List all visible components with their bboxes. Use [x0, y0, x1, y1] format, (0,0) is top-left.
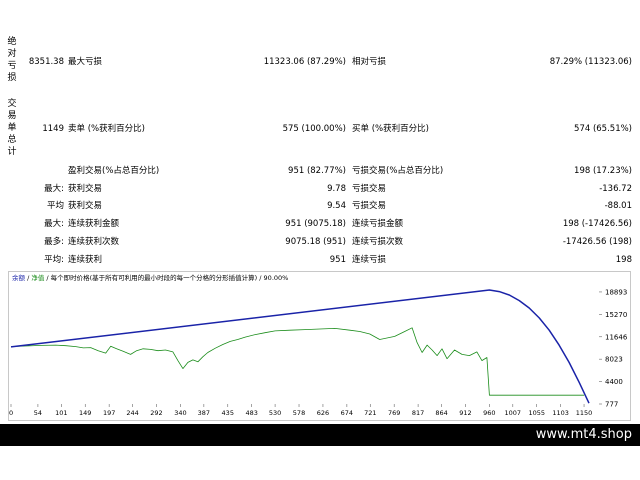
x-tick-label: 721 — [364, 409, 376, 417]
row-left-label: 连续获利金额 — [68, 219, 120, 229]
rel-drawdown-value: 87.29% (11323.06) — [549, 57, 632, 67]
x-tick-label: 769 — [388, 409, 400, 417]
row-right-label: 亏损交易 — [352, 201, 387, 211]
balance-line — [10, 289, 590, 404]
row-left-label: 连续获利 — [68, 255, 103, 265]
x-tick-label: 0 — [9, 409, 13, 417]
row-prefix: 最大: — [44, 219, 64, 229]
row-right-label: 连续亏损 — [352, 255, 387, 265]
row-right-value: -136.72 — [599, 184, 632, 194]
profit-trades-label: 盈利交易(%占总百分比) — [68, 166, 160, 176]
y-tick-label: 777 — [605, 401, 618, 409]
row-right-label: 亏损交易 — [352, 184, 387, 194]
row-right-value: 198 — [615, 255, 632, 265]
x-tick-label: 244 — [126, 409, 138, 417]
row-left-value: 9.78 — [327, 184, 346, 194]
row-prefix: 平均: — [44, 255, 64, 265]
drawdown-group-label: 绝对亏损 — [7, 37, 17, 83]
profit-trades-value: 951 (82.77%) — [288, 166, 346, 176]
row-right-label: 连续亏损次数 — [352, 237, 404, 247]
x-tick-label: 387 — [198, 409, 210, 417]
y-tick-label: 18893 — [605, 288, 627, 296]
x-tick-label: 864 — [435, 409, 447, 417]
x-tick-label: 960 — [483, 409, 495, 417]
report-summary: 绝对亏损 交易单总计 8351.38 最大亏损 11323.06 (87.29%… — [0, 0, 640, 268]
y-tick-label: 11646 — [605, 333, 628, 341]
loss-trades-label: 亏损交易(%占总百分比) — [352, 166, 444, 176]
row-left-value: 9.54 — [327, 201, 346, 211]
row-left-label: 获利交易 — [68, 201, 103, 211]
row-right-value: -17426.56 (198) — [562, 237, 632, 247]
x-tick-label: 54 — [34, 409, 42, 417]
total-trades-value: 1149 — [42, 124, 64, 134]
row-left-label: 连续获利次数 — [68, 237, 120, 247]
x-tick-label: 626 — [317, 409, 329, 417]
equity-line — [10, 327, 585, 396]
row-left-value: 951 (9075.18) — [285, 219, 346, 229]
x-tick-label: 1055 — [528, 409, 545, 417]
x-tick-label: 1150 — [576, 409, 593, 417]
y-tick-label: 15270 — [605, 311, 627, 319]
y-tick-label: 8023 — [605, 356, 623, 364]
site-url: www.mt4.shop — [535, 427, 632, 442]
short-trades-value: 575 (100.00%) — [282, 124, 346, 134]
x-tick-label: 483 — [245, 409, 257, 417]
loss-trades-value: 198 (17.23%) — [574, 166, 632, 176]
row-left-value: 951 — [329, 255, 346, 265]
row-left-label: 获利交易 — [68, 184, 103, 194]
row-right-label: 连续亏损金额 — [352, 219, 404, 229]
x-tick-label: 912 — [459, 409, 471, 417]
long-trades-label: 买单 (%获利百分比) — [352, 124, 429, 134]
row-left-value: 9075.18 (951) — [285, 237, 346, 247]
row-right-value: 198 (-17426.56) — [562, 219, 632, 229]
x-tick-label: 149 — [79, 409, 91, 417]
x-tick-label: 1007 — [505, 409, 522, 417]
abs-drawdown-value: 8351.38 — [28, 57, 64, 67]
max-drawdown-value: 11323.06 (87.29%) — [263, 57, 346, 67]
rel-drawdown-label: 相对亏损 — [352, 57, 387, 67]
x-tick-label: 674 — [341, 409, 353, 417]
chart-plot: 18893 15270 11646 8023 4400 777 0 54 101 149 197 24… — [9, 288, 628, 417]
row-prefix: 最大: — [44, 184, 64, 194]
y-tick-label: 4400 — [605, 378, 623, 386]
x-tick-label: 435 — [222, 409, 234, 417]
x-tick-label: 530 — [269, 409, 281, 417]
row-prefix: 平均 — [46, 201, 64, 211]
x-tick-label: 340 — [174, 409, 186, 417]
x-tick-label: 197 — [103, 409, 115, 417]
max-drawdown-label: 最大亏损 — [68, 57, 103, 67]
row-right-value: -88.01 — [604, 201, 632, 211]
x-tick-label: 101 — [55, 409, 67, 417]
balance-equity-chart: 余额 / 净值 / 每个即时价格(基于所有可利用的最小时段的每一个分格的分形插值… — [8, 271, 631, 421]
footer-bar: www.mt4.shop — [0, 424, 640, 446]
short-trades-label: 卖单 (%获利百分比) — [68, 124, 145, 134]
x-tick-label: 578 — [293, 409, 305, 417]
long-trades-value: 574 (65.51%) — [574, 124, 632, 134]
trades-group-label: 交易单总计 — [7, 99, 17, 157]
x-tick-label: 817 — [412, 409, 424, 417]
x-tick-label: 1103 — [552, 409, 569, 417]
x-tick-label: 292 — [150, 409, 162, 417]
row-prefix: 最多: — [44, 237, 64, 247]
